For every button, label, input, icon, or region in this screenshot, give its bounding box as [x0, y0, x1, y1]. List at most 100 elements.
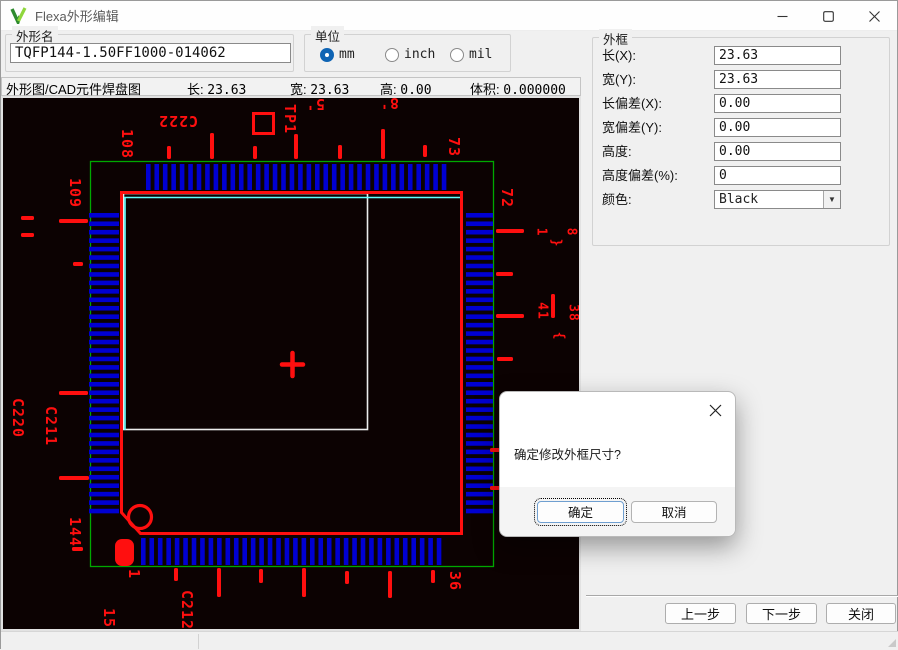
frame-field-label: 长偏差(X): — [602, 94, 662, 113]
pad-bottom — [268, 538, 273, 565]
pad-left — [89, 399, 119, 404]
leader-tick — [174, 568, 178, 581]
radio-circle-icon[interactable] — [450, 48, 464, 62]
frame-field-input[interactable] — [714, 70, 841, 89]
pad-bottom — [361, 538, 366, 565]
chevron-down-icon[interactable]: ▼ — [823, 191, 840, 208]
unit-group: 单位 mminchmil — [304, 34, 511, 72]
frame-field-input[interactable] — [714, 142, 841, 161]
prev-step-button[interactable]: 上一步 — [665, 603, 736, 624]
frame-field-label: 高度: — [602, 142, 632, 161]
color-field-label: 颜色: — [602, 190, 632, 209]
leader-tick — [59, 476, 89, 480]
info-field-label: 宽: — [290, 82, 307, 97]
pad-bottom — [395, 538, 400, 565]
close-button[interactable] — [851, 1, 897, 31]
pad-bottom — [378, 538, 383, 565]
dialog-message: 确定修改外框尺寸? — [514, 444, 621, 463]
pad-right — [466, 441, 493, 446]
leader-tick — [338, 145, 342, 159]
leader-tick — [59, 391, 88, 395]
radio-circle-icon[interactable] — [385, 48, 399, 62]
unit-group-label: 单位 — [311, 26, 344, 45]
maximize-icon — [823, 11, 834, 22]
pad-left — [89, 382, 119, 387]
component-label: 8 — [564, 228, 579, 237]
pad-bottom — [251, 538, 256, 565]
pad-left — [89, 340, 119, 345]
pad-top — [264, 164, 269, 190]
dialog-close-button[interactable] — [705, 400, 725, 420]
leader-tick — [551, 294, 555, 318]
pad-bottom — [166, 538, 171, 565]
frame-field-input[interactable] — [714, 46, 841, 65]
pad-bottom — [403, 538, 408, 565]
frame-field-label: 宽偏差(Y): — [602, 118, 662, 137]
next-step-button[interactable]: 下一步 — [746, 603, 817, 624]
minimize-button[interactable] — [759, 1, 805, 31]
pad-bottom — [226, 538, 231, 565]
window-controls — [759, 1, 897, 31]
pad-right — [466, 255, 493, 260]
resize-grip[interactable] — [888, 639, 896, 647]
pad-left — [89, 483, 119, 488]
info-field-label: 体积: — [470, 82, 500, 97]
pad-right — [466, 238, 493, 243]
pad-top — [374, 164, 379, 190]
pad-left — [89, 331, 119, 336]
pad-top — [273, 164, 278, 190]
cancel-button[interactable]: 取消 — [631, 501, 717, 523]
pad-bottom — [200, 538, 205, 565]
close-window-button[interactable]: 关闭 — [826, 603, 896, 624]
pad-top — [180, 164, 185, 190]
pad-bottom — [352, 538, 357, 565]
maximize-button[interactable] — [805, 1, 851, 31]
leader-tick — [496, 272, 513, 276]
pad-bottom — [344, 538, 349, 565]
pad-top — [340, 164, 345, 190]
shape-name-input[interactable] — [10, 43, 291, 63]
component-label: 15 — [100, 608, 118, 628]
unit-radio-mm[interactable]: mm — [320, 47, 355, 62]
pad-top — [408, 164, 413, 190]
pad-bottom — [158, 538, 163, 565]
shape-name-group: 外形名 — [5, 34, 294, 72]
frame-field-input[interactable] — [714, 94, 841, 113]
frame-field-input[interactable] — [714, 118, 841, 137]
pad-right — [466, 424, 493, 429]
color-dropdown[interactable]: Black ▼ — [714, 190, 841, 209]
radio-label: mm — [339, 47, 355, 62]
pad-top — [357, 164, 362, 190]
leader-tick — [423, 145, 427, 157]
pad-right — [466, 509, 493, 514]
pad-right — [466, 467, 493, 472]
pad-left — [89, 272, 119, 277]
unit-radio-inch[interactable]: inch — [385, 47, 435, 62]
pad-left — [89, 238, 119, 243]
pad-bottom — [183, 538, 188, 565]
pad-top — [323, 164, 328, 190]
pad-left — [89, 374, 119, 379]
confirm-dialog: 确定修改外框尺寸? 确定 取消 — [499, 391, 736, 537]
pad-left — [89, 306, 119, 311]
app-logo-icon — [10, 7, 27, 24]
pad-top — [425, 164, 430, 190]
component-label: C211 — [42, 406, 60, 446]
pad-right — [466, 500, 493, 505]
unit-radio-mil[interactable]: mil — [450, 47, 492, 62]
component-label: 5' — [305, 98, 325, 113]
leader-tick — [253, 146, 257, 159]
pad-right — [466, 289, 493, 294]
cad-canvas[interactable]: 108C222TP15'8'73109721}84138{C220C211144… — [1, 96, 581, 631]
pad-top — [247, 164, 252, 190]
frame-field-input[interactable] — [714, 166, 841, 185]
pad-bottom — [285, 538, 290, 565]
pad-top — [307, 164, 312, 190]
leader-tick — [388, 571, 392, 598]
ok-button[interactable]: 确定 — [537, 501, 624, 523]
pad-bottom — [259, 538, 264, 565]
radio-circle-icon[interactable] — [320, 48, 334, 62]
pad-top — [400, 164, 405, 190]
pad-right — [466, 323, 493, 328]
cad-drawing: 108C222TP15'8'73109721}84138{C220C211144… — [3, 98, 579, 629]
